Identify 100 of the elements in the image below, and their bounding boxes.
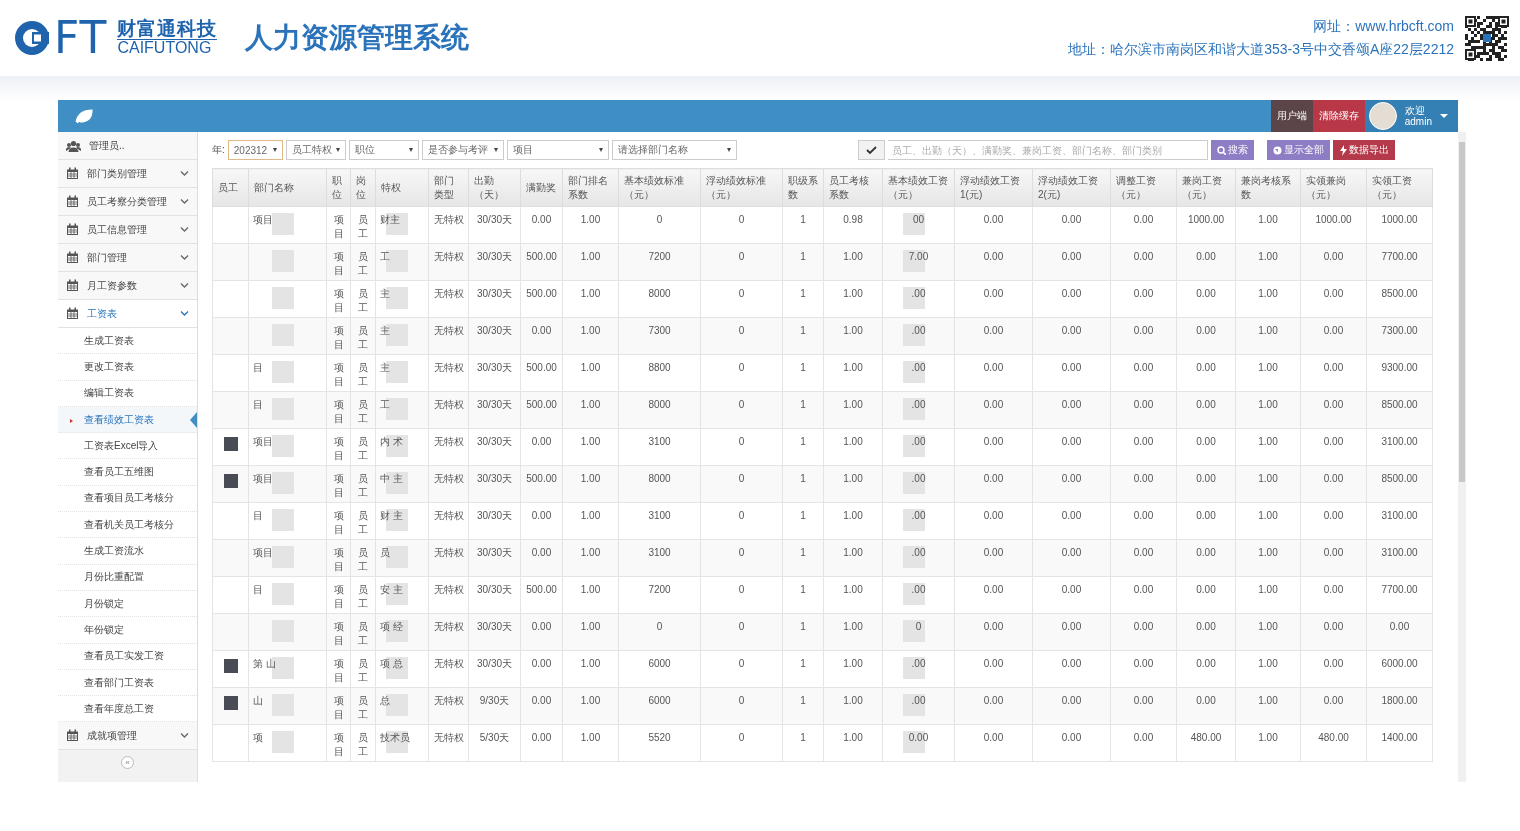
sidebar-item[interactable]: 员工信息管理 <box>58 216 197 244</box>
table-cell: 1.00 <box>1258 584 1278 595</box>
submenu-item[interactable]: 查看员工五维图 <box>58 459 197 486</box>
table-cell: 0.00 <box>1323 510 1344 521</box>
column-header[interactable]: 基本绩效工资（元） <box>882 168 955 207</box>
sidebar-item[interactable]: 成就项管理 <box>58 722 197 751</box>
submenu-item[interactable]: 月份锁定 <box>58 590 197 618</box>
table-cell: 1.00 <box>843 732 863 743</box>
table-cell: 0.00 <box>1133 584 1154 595</box>
sidebar-item[interactable]: 月工资参数 <box>58 272 197 300</box>
column-header[interactable]: 员工考核系数 <box>823 168 883 207</box>
client-button[interactable]: 用户端 <box>1270 100 1313 132</box>
table-cell: 员工 <box>358 621 368 646</box>
table-cell: 0.00 <box>1133 658 1154 669</box>
table-cell: 项目 <box>333 399 344 424</box>
redaction-block <box>902 509 925 531</box>
column-header[interactable]: 实领工资（元） <box>1366 168 1433 207</box>
search-field[interactable]: 员工、出勤（天）、满勤奖、兼岗工资、部门名称、部门类别 <box>887 140 1208 160</box>
table-cell: 技术员 <box>380 732 410 743</box>
table-cell: 0 <box>738 695 745 706</box>
column-header[interactable]: 职级系数 <box>782 168 824 207</box>
submenu-item[interactable]: 年份锁定 <box>58 617 197 644</box>
submenu-item[interactable]: 更改工资表 <box>58 354 197 381</box>
table-cell: 1 <box>800 288 806 299</box>
table-cell: 30/30天 <box>477 399 512 410</box>
table-cell: 500.00 <box>526 473 557 484</box>
export-button[interactable]: 数据导出 <box>1332 140 1395 160</box>
dropdown[interactable]: 职位 <box>348 140 419 160</box>
column-header[interactable]: 满勤奖 <box>520 168 563 207</box>
table-cell: 员工 <box>358 658 368 683</box>
column-header[interactable]: 部门名称 <box>248 168 327 207</box>
sidebar-item[interactable]: 员工考察分类管理 <box>58 188 197 216</box>
submenu-item[interactable]: 查看部门工资表 <box>58 669 197 697</box>
sidebar-item[interactable]: 部门类别管理 <box>58 160 197 188</box>
dropdown[interactable]: 请选择部门名称 <box>611 140 737 160</box>
submenu-item[interactable]: 查看员工实发工资 <box>58 643 197 670</box>
table-cell: 1 <box>800 547 806 558</box>
table-cell: 8000 <box>648 288 671 299</box>
column-header[interactable]: 员工 <box>212 168 249 207</box>
column-header[interactable]: 兼岗考核系数 <box>1235 168 1301 207</box>
column-header[interactable]: 浮动绩效标准（元） <box>700 168 783 207</box>
checkbox-button[interactable] <box>857 140 885 160</box>
show-all-button[interactable]: 显示全部 <box>1266 140 1330 160</box>
table-cell: 员工 <box>358 732 368 757</box>
submenu-item[interactable]: 编辑工资表 <box>58 380 197 407</box>
submenu-item[interactable]: 查看机关员工考核分 <box>58 512 197 539</box>
table-cell: 项目 <box>333 436 344 461</box>
redaction-block <box>902 583 925 605</box>
submenu-item[interactable]: 生成工资表 <box>58 328 197 355</box>
table-cell: 1 <box>800 251 806 262</box>
column-header[interactable]: 浮动绩效工资1(元) <box>954 168 1033 207</box>
table-cell: 30/30天 <box>477 621 512 632</box>
table-cell: 1.00 <box>580 510 601 521</box>
user-menu[interactable]: 欢迎 admin <box>1364 100 1458 132</box>
sidebar-item[interactable]: 管理员.. <box>58 132 197 160</box>
table-cell: 0.00 <box>983 473 1004 484</box>
column-header[interactable]: 出勤（天） <box>468 168 521 207</box>
table-cell: 1 <box>800 695 806 706</box>
clear-cache-button[interactable]: 清除缓存 <box>1312 100 1365 132</box>
dropdown[interactable]: 是否参与考评 <box>421 140 504 160</box>
column-header[interactable]: 岗位 <box>350 168 376 207</box>
table-cell: 0.00 <box>1061 325 1082 336</box>
table-cell: 1 <box>800 473 806 484</box>
sidebar-item[interactable]: 工资表 <box>58 300 197 328</box>
column-header[interactable]: 部门类型 <box>428 168 469 207</box>
table-cell: 0.00 <box>1196 621 1216 632</box>
column-header[interactable]: 职位 <box>326 168 351 207</box>
collapse-button[interactable]: « <box>121 756 134 770</box>
logo-text: FT <box>54 16 108 60</box>
submenu-item[interactable]: 工资表Excel导入 <box>58 433 197 460</box>
table-cell: 1 <box>800 362 806 373</box>
column-header[interactable]: 实领兼岗（元） <box>1300 168 1367 207</box>
column-header[interactable]: 基本绩效标准（元） <box>618 168 701 207</box>
table-cell: 7200 <box>648 584 671 595</box>
column-header[interactable]: 浮动绩效工资2(元) <box>1032 168 1111 207</box>
search-button[interactable]: 搜索 <box>1210 140 1254 160</box>
table-cell: 30/30天 <box>477 251 512 262</box>
column-header[interactable]: 特权 <box>375 168 429 207</box>
column-header[interactable]: 调整工资（元） <box>1110 168 1177 207</box>
table-cell: 0.00 <box>983 288 1004 299</box>
calendar-icon <box>66 307 79 320</box>
submenu-item[interactable]: 查看绩效工资表 <box>58 406 197 434</box>
chevron-down-icon <box>180 226 189 233</box>
submenu-item[interactable]: 生成工资流水 <box>58 538 197 565</box>
sidebar-item[interactable]: 部门管理 <box>58 244 197 272</box>
table-cell: 1 <box>800 621 806 632</box>
scrollbar-thumb[interactable] <box>1459 142 1465 482</box>
submenu-item[interactable]: 查看项目员工考核分 <box>58 485 197 513</box>
table-cell: 0.00 <box>1196 658 1216 669</box>
dropdown[interactable]: 202312 <box>227 140 283 160</box>
dropdown[interactable]: 员工特权 <box>285 140 346 160</box>
dropdown[interactable]: 项目 <box>506 140 609 160</box>
table-cell: 0.00 <box>983 547 1004 558</box>
column-header[interactable]: 部门排名系数 <box>562 168 619 207</box>
column-header[interactable]: 兼岗工资（元） <box>1176 168 1236 207</box>
table-cell: 1.00 <box>843 288 863 299</box>
redaction-block <box>902 435 925 457</box>
table-cell: 0 <box>738 362 745 373</box>
table-cell: 0.00 <box>1323 325 1344 336</box>
submenu-item[interactable]: 月份比重配置 <box>58 564 197 591</box>
